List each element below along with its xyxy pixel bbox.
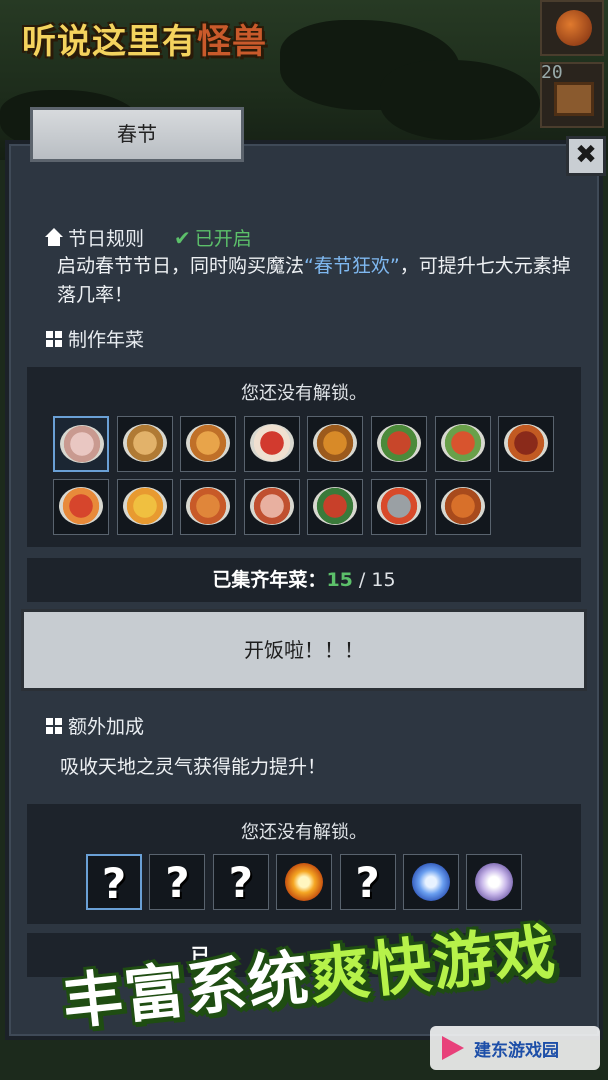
collected-status: 已集齐年菜：15 / 15 bbox=[27, 558, 581, 602]
tab-spring-festival[interactable]: 春节 bbox=[30, 107, 244, 162]
grid-icon bbox=[44, 716, 64, 736]
unknown-bonus-slot[interactable]: ? bbox=[212, 854, 269, 910]
dish-slot[interactable] bbox=[180, 479, 237, 535]
rules-status: ✔ 已开启 bbox=[174, 224, 252, 251]
dish-icon bbox=[249, 424, 294, 462]
check-icon: ✔ bbox=[174, 225, 191, 250]
unknown-bonus-slot[interactable]: ? bbox=[339, 854, 396, 910]
rules-heading-label: 节日规则 bbox=[68, 228, 145, 250]
collected-count: 15 bbox=[326, 569, 353, 591]
dish-icon bbox=[313, 487, 358, 525]
collected-label: 已集齐年菜： bbox=[212, 569, 327, 591]
dish-slot[interactable] bbox=[243, 479, 300, 535]
spirit-orb-icon bbox=[475, 863, 514, 901]
game-logo: 听说这里有怪兽 bbox=[22, 22, 267, 62]
dishes-heading-label: 制作年菜 bbox=[68, 329, 145, 351]
question-mark-icon: ? bbox=[228, 858, 253, 907]
dish-icon bbox=[377, 424, 421, 462]
water-orb-icon bbox=[412, 863, 450, 901]
bonus-heading-label: 额外加成 bbox=[68, 716, 145, 738]
home-icon bbox=[44, 227, 64, 248]
magic-name-link[interactable]: “春节狂欢” bbox=[304, 255, 400, 277]
dish-icon bbox=[59, 487, 103, 525]
dish-icon bbox=[313, 424, 358, 462]
dish-icon bbox=[60, 425, 104, 463]
fire-orb-bonus-slot[interactable] bbox=[276, 854, 333, 910]
bonus-locked-text: 您还没有解锁。 bbox=[241, 822, 367, 843]
collected-total: / 15 bbox=[352, 569, 396, 591]
dish-icon bbox=[440, 424, 485, 462]
potion-icon[interactable] bbox=[540, 0, 604, 56]
dishes-locked-text: 您还没有解锁。 bbox=[241, 383, 367, 404]
play-logo-icon bbox=[438, 1033, 468, 1063]
spirit-orb-bonus-slot[interactable] bbox=[466, 854, 523, 910]
fire-orb-icon bbox=[285, 863, 324, 901]
dish-icon bbox=[122, 424, 167, 462]
dish-icon bbox=[186, 424, 231, 462]
dish-slot[interactable] bbox=[116, 479, 173, 535]
dish-slot[interactable] bbox=[498, 416, 555, 472]
dish-slot[interactable] bbox=[53, 416, 109, 472]
chest-count: 20 bbox=[541, 62, 563, 83]
dish-slot[interactable] bbox=[307, 479, 364, 535]
dish-slot[interactable] bbox=[371, 416, 427, 472]
dish-icon bbox=[440, 487, 485, 525]
dish-slot[interactable] bbox=[307, 416, 364, 472]
dishes-heading: 制作年菜 bbox=[44, 325, 144, 352]
dish-slot[interactable] bbox=[243, 416, 300, 472]
dish-slot[interactable] bbox=[180, 416, 237, 472]
bonus-heading: 额外加成 bbox=[44, 712, 144, 739]
bonus-text: 吸收天地之灵气获得能力提升！ bbox=[60, 756, 327, 778]
water-orb-bonus-slot[interactable] bbox=[403, 854, 459, 910]
dish-slot[interactable] bbox=[434, 416, 491, 472]
rules-text: 启动春节节日，同时购买魔法“春节狂欢”，可提升七大元素掉落几率！ bbox=[57, 252, 577, 310]
dish-slot[interactable] bbox=[53, 479, 109, 535]
question-mark-icon: ? bbox=[165, 858, 190, 907]
watermark-text: 建东游戏园 bbox=[474, 1040, 559, 1061]
unknown-bonus-slot[interactable]: ? bbox=[86, 854, 142, 910]
close-button[interactable]: ✖ bbox=[566, 136, 606, 176]
rules-status-label: 已开启 bbox=[194, 228, 252, 250]
watermark: 建东游戏园 bbox=[430, 1026, 600, 1070]
dish-icon bbox=[186, 487, 231, 525]
grid-icon bbox=[44, 329, 64, 349]
rules-heading: 节日规则 ✔ 已开启 bbox=[44, 224, 252, 251]
unknown-bonus-slot[interactable]: ? bbox=[149, 854, 206, 910]
dish-icon bbox=[249, 487, 294, 525]
dish-slot[interactable] bbox=[371, 479, 427, 535]
question-mark-icon: ? bbox=[101, 859, 127, 908]
rules-text-before: 启动春节节日，同时购买魔法 bbox=[57, 255, 305, 277]
dish-icon bbox=[122, 487, 167, 525]
dish-icon bbox=[377, 487, 421, 525]
question-mark-icon: ? bbox=[355, 858, 380, 907]
feast-button[interactable]: 开饭啦！！！ bbox=[21, 609, 587, 691]
dish-slot[interactable] bbox=[116, 416, 173, 472]
dish-icon bbox=[504, 424, 549, 462]
dish-slot[interactable] bbox=[434, 479, 491, 535]
